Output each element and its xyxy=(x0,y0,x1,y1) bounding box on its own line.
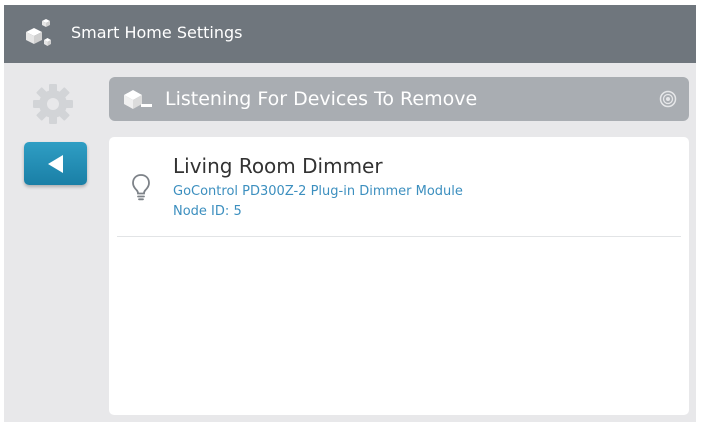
lightbulb-icon xyxy=(132,174,150,201)
smart-home-logo-icon xyxy=(26,19,51,46)
device-model: GoControl PD300Z-2 Plug-in Dimmer Module xyxy=(173,184,463,199)
target-icon xyxy=(659,90,677,108)
remove-device-icon xyxy=(124,90,152,109)
device-list-panel: Living Room Dimmer GoControl PD300Z-2 Pl… xyxy=(109,137,689,415)
node-id-value: 5 xyxy=(233,204,242,219)
title-bar: Smart Home Settings xyxy=(4,5,696,63)
device-name: Living Room Dimmer xyxy=(173,154,383,178)
node-id-label: Node ID: xyxy=(173,204,230,219)
status-text: Listening For Devices To Remove xyxy=(165,88,478,110)
back-button[interactable] xyxy=(24,142,87,185)
window-title: Smart Home Settings xyxy=(71,23,243,42)
device-list-item[interactable]: Living Room Dimmer GoControl PD300Z-2 Pl… xyxy=(117,137,681,237)
app-frame: Smart Home Settings Listening For Device… xyxy=(4,5,696,422)
back-arrow-icon xyxy=(48,155,63,173)
gear-icon[interactable] xyxy=(30,81,76,127)
status-bar: Listening For Devices To Remove xyxy=(109,77,689,121)
device-node-id: Node ID: 5 xyxy=(173,203,242,221)
